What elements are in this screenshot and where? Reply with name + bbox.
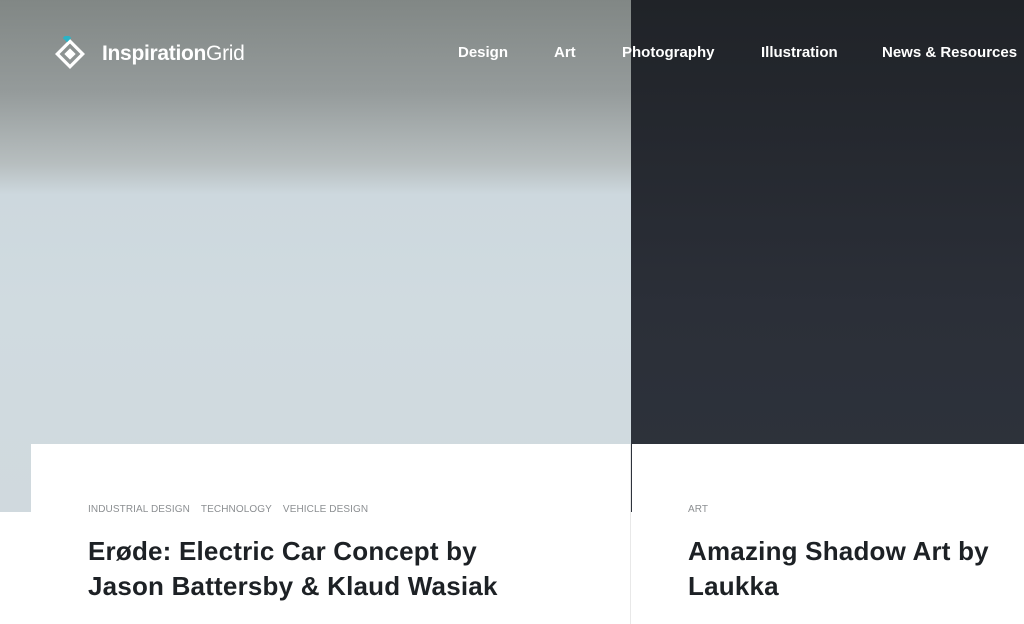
nav-item-design[interactable]: Design <box>458 44 508 61</box>
page: InspirationGrid Design Art Photography I… <box>0 0 1024 624</box>
card-divider <box>630 444 631 624</box>
site-header: InspirationGrid Design Art Photography I… <box>0 0 1024 110</box>
post-card: INDUSTRIAL DESIGN TECHNOLOGY VEHICLE DES… <box>31 444 630 624</box>
nav-item-art[interactable]: Art <box>554 44 576 61</box>
nav-item-news-resources[interactable]: News & Resources <box>882 44 1017 61</box>
post-tags: ART <box>688 504 708 515</box>
tag-link[interactable]: TECHNOLOGY <box>201 504 272 515</box>
tag-link[interactable]: VEHICLE DESIGN <box>283 504 368 515</box>
post-title-link[interactable]: Erøde: Electric Car Concept by Jason Batt… <box>88 534 608 604</box>
post-title-line: Erøde: Electric Car Concept by <box>88 536 477 566</box>
nav-item-photography[interactable]: Photography <box>622 44 715 61</box>
post-tags: INDUSTRIAL DESIGN TECHNOLOGY VEHICLE DES… <box>88 504 368 515</box>
post-title-link[interactable]: Amazing Shadow Art by Laukka <box>688 534 1024 604</box>
post-title-line: Jason Battersby & Klaud Wasiak <box>88 571 498 601</box>
post-title-line: Amazing Shadow Art by <box>688 536 989 566</box>
nav-item-illustration[interactable]: Illustration <box>761 44 838 61</box>
post-title-line: Laukka <box>688 571 779 601</box>
tag-link[interactable]: INDUSTRIAL DESIGN <box>88 504 190 515</box>
main-nav: Design Art Photography Illustration News… <box>0 44 1024 66</box>
post-card: ART Amazing Shadow Art by Laukka <box>632 444 1024 624</box>
tag-link[interactable]: ART <box>688 504 708 515</box>
